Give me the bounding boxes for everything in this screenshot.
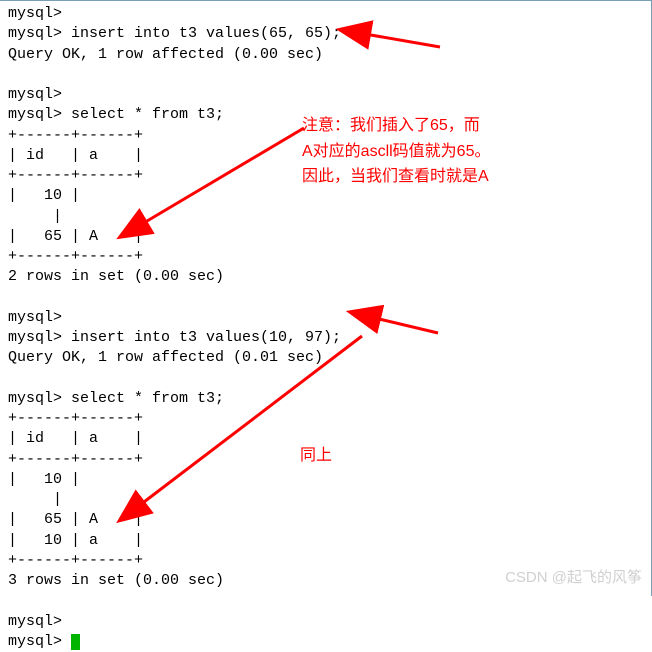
table-row: | 65 | A | xyxy=(8,228,143,245)
cursor-icon xyxy=(71,634,80,650)
table-row: | xyxy=(8,208,62,225)
table-header: | id | a | xyxy=(8,147,143,164)
table-border: +------+------+ xyxy=(8,451,143,468)
annotation-note-2: 同上 xyxy=(300,443,332,469)
table-border: +------+------+ xyxy=(8,127,143,144)
annotation-line: 注意：我们插入了65，而 xyxy=(302,113,562,139)
watermark-text: CSDN @起飞的风筝 xyxy=(505,568,642,588)
table-row: | 65 | A | xyxy=(8,511,143,528)
table-border: +------+------+ xyxy=(8,410,143,427)
sql-insert-2: mysql> insert into t3 values(10, 97); xyxy=(8,329,341,346)
sql-insert-1: mysql> insert into t3 values(65, 65); xyxy=(8,25,341,42)
table-row: | 10 | xyxy=(8,471,80,488)
prompt-text: mysql> xyxy=(8,633,71,650)
prompt-line: mysql> xyxy=(8,86,62,103)
sql-select-2: mysql> select * from t3; xyxy=(8,390,224,407)
table-row: | xyxy=(8,491,62,508)
annotation-line: A对应的ascll码值就为65。 xyxy=(302,139,562,165)
rows-in-set-2: 3 rows in set (0.00 sec) xyxy=(8,572,224,589)
terminal-output: mysql> mysql> insert into t3 values(65, … xyxy=(8,4,644,652)
query-ok-2: Query OK, 1 row affected (0.01 sec) xyxy=(8,349,323,366)
prompt-line: mysql> xyxy=(8,613,62,630)
table-border: +------+------+ xyxy=(8,248,143,265)
annotation-line: 同上 xyxy=(300,447,332,464)
table-row: | 10 | xyxy=(8,187,80,204)
sql-select-1: mysql> select * from t3; xyxy=(8,106,224,123)
table-row: | 10 | a | xyxy=(8,532,143,549)
prompt-line: mysql> xyxy=(8,309,62,326)
annotation-line: 因此，当我们查看时就是A xyxy=(302,164,562,190)
prompt-line: mysql> xyxy=(8,5,62,22)
table-border: +------+------+ xyxy=(8,167,143,184)
annotation-note-1: 注意：我们插入了65，而 A对应的ascll码值就为65。 因此，当我们查看时就… xyxy=(302,113,562,190)
query-ok-1: Query OK, 1 row affected (0.00 sec) xyxy=(8,46,323,63)
prompt-cursor-line: mysql> xyxy=(8,633,80,650)
rows-in-set-1: 2 rows in set (0.00 sec) xyxy=(8,268,224,285)
table-border: +------+------+ xyxy=(8,552,143,569)
table-header: | id | a | xyxy=(8,430,143,447)
